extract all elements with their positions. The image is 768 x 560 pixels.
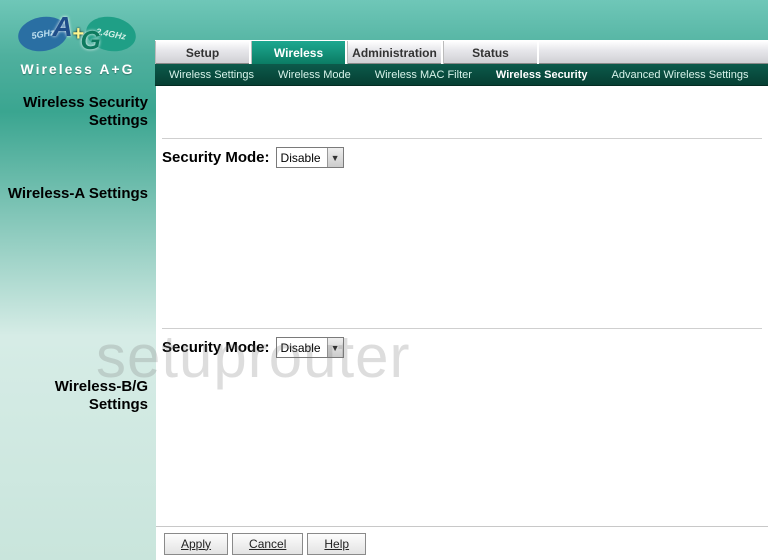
apply-button[interactable]: Apply bbox=[164, 533, 228, 555]
chevron-down-icon: ▼ bbox=[327, 148, 343, 167]
tab-status[interactable]: Status bbox=[443, 41, 539, 65]
help-button[interactable]: Help bbox=[307, 533, 366, 555]
tab-administration[interactable]: Administration bbox=[347, 41, 443, 65]
logo-letter-a: A bbox=[53, 11, 73, 43]
main-navbar: Setup Wireless Administration Status bbox=[155, 40, 768, 64]
tab-setup[interactable]: Setup bbox=[155, 41, 251, 65]
cancel-button[interactable]: Cancel bbox=[232, 533, 303, 555]
security-mode-a-label: Security Mode: bbox=[162, 149, 270, 166]
subnav-wireless-security[interactable]: Wireless Security bbox=[484, 69, 600, 81]
security-mode-a-select[interactable]: Disable ▼ bbox=[276, 147, 344, 168]
sub-navbar: Wireless Settings Wireless Mode Wireless… bbox=[155, 64, 768, 86]
subnav-advanced-wireless[interactable]: Advanced Wireless Settings bbox=[600, 69, 761, 81]
brand-text: Wireless A+G bbox=[20, 61, 134, 77]
security-mode-bg-label: Security Mode: bbox=[162, 339, 270, 356]
logo: 5GHz 2.4GHz A + G Wireless A+G bbox=[0, 0, 155, 86]
subnav-wireless-settings[interactable]: Wireless Settings bbox=[157, 69, 266, 81]
tab-wireless[interactable]: Wireless bbox=[251, 41, 347, 65]
chevron-down-icon: ▼ bbox=[327, 338, 343, 357]
page-title: Wireless Security Settings bbox=[0, 94, 156, 130]
subnav-wireless-mode[interactable]: Wireless Mode bbox=[266, 69, 363, 81]
footer-bar: Apply Cancel Help bbox=[156, 526, 768, 560]
section-wireless-a-label: Wireless-A Settings bbox=[0, 185, 156, 203]
subnav-wireless-mac-filter[interactable]: Wireless MAC Filter bbox=[363, 69, 484, 81]
security-mode-bg-value: Disable bbox=[277, 341, 327, 355]
security-mode-bg-select[interactable]: Disable ▼ bbox=[276, 337, 344, 358]
security-mode-a-value: Disable bbox=[277, 151, 327, 165]
section-wireless-bg-label: Wireless-B/G Settings bbox=[0, 378, 156, 414]
logo-letter-g: G bbox=[81, 25, 101, 56]
